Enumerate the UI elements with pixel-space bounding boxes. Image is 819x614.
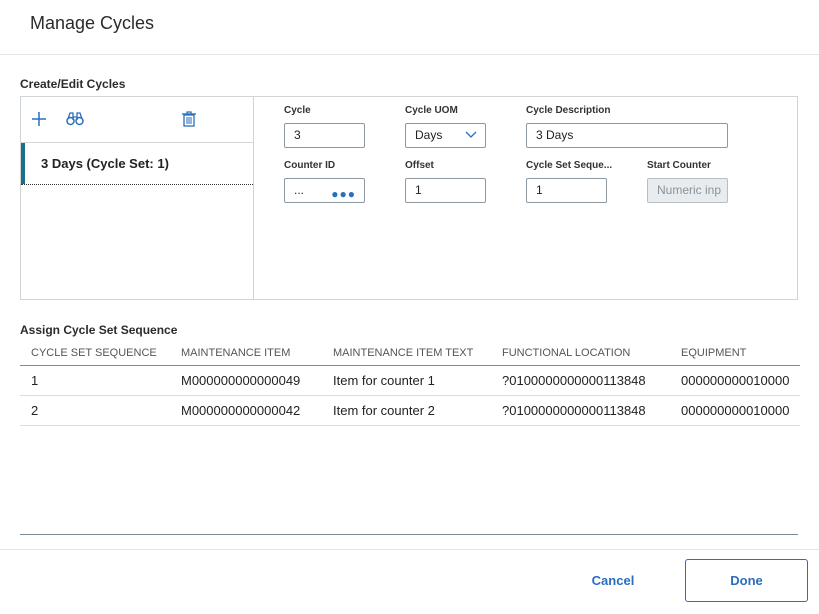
column-header[interactable]: MAINTENANCE ITEM TEXT xyxy=(322,340,491,366)
chevron-down-icon xyxy=(465,131,477,138)
binoculars-icon[interactable] xyxy=(65,109,85,129)
cycle-label: Cycle xyxy=(284,105,311,116)
cycle-toolbar xyxy=(21,97,253,143)
column-header[interactable]: MAINTENANCE ITEM xyxy=(170,340,322,366)
counter-id-value: ... xyxy=(294,183,305,197)
start-counter-input: Numeric inp xyxy=(647,178,728,203)
more-dots-icon[interactable]: ●●● xyxy=(331,183,356,202)
offset-input[interactable]: 1 xyxy=(405,178,486,203)
assign-section-title: Assign Cycle Set Sequence xyxy=(20,323,178,337)
table-cell: 000000000010000 xyxy=(670,365,800,396)
title-divider xyxy=(0,54,819,55)
table-cell: M000000000000049 xyxy=(170,365,322,396)
create-edit-section-title: Create/Edit Cycles xyxy=(20,77,126,91)
counter-id-label: Counter ID xyxy=(284,160,336,171)
cycle-set-sequence-input[interactable]: 1 xyxy=(526,178,607,203)
cycle-description-label: Cycle Description xyxy=(526,105,611,116)
cycle-uom-select[interactable]: Days xyxy=(405,123,486,148)
table-header-row: CYCLE SET SEQUENCE MAINTENANCE ITEM MAIN… xyxy=(20,340,800,366)
done-button[interactable]: Done xyxy=(685,559,808,602)
cycle-uom-label: Cycle UOM xyxy=(405,105,458,116)
cycle-uom-value: Days xyxy=(415,128,443,142)
table-cell: 2 xyxy=(20,395,170,426)
table-cell: ?0100000000000113848 xyxy=(491,395,670,426)
column-header[interactable]: CYCLE SET SEQUENCE xyxy=(20,340,170,366)
table-cell: ?0100000000000113848 xyxy=(491,365,670,396)
offset-label: Offset xyxy=(405,160,434,171)
cycle-set-sequence-label: Cycle Set Seque... xyxy=(526,160,613,171)
cycle-list-pane: 3 Days (Cycle Set: 1) xyxy=(21,97,254,299)
plus-icon[interactable] xyxy=(29,109,49,129)
footer-divider xyxy=(0,549,819,550)
table-cell: 000000000010000 xyxy=(670,395,800,426)
column-header[interactable]: EQUIPMENT xyxy=(670,340,800,366)
table-cell: 1 xyxy=(20,365,170,396)
cycle-set-sequence-table: CYCLE SET SEQUENCE MAINTENANCE ITEM MAIN… xyxy=(20,340,800,426)
counter-id-lookup[interactable]: ... ●●● xyxy=(284,178,365,203)
cycle-description-input[interactable]: 3 Days xyxy=(526,123,728,148)
cancel-button[interactable]: Cancel xyxy=(578,566,648,596)
table-cell: M000000000000042 xyxy=(170,395,322,426)
dialog-title: Manage Cycles xyxy=(30,13,155,33)
grid-bottom-border xyxy=(20,534,798,535)
trash-icon[interactable] xyxy=(179,109,199,129)
column-header[interactable]: FUNCTIONAL LOCATION xyxy=(491,340,670,366)
selected-indicator xyxy=(21,143,25,184)
table-row[interactable]: 1 M000000000000049 Item for counter 1 ?0… xyxy=(20,365,800,396)
start-counter-label: Start Counter xyxy=(647,160,711,171)
cycle-list-item-label: 3 Days (Cycle Set: 1) xyxy=(41,156,169,171)
cycle-input[interactable]: 3 xyxy=(284,123,365,148)
table-cell: Item for counter 2 xyxy=(322,395,491,426)
cycle-list-item[interactable]: 3 Days (Cycle Set: 1) xyxy=(21,143,253,185)
table-row[interactable]: 2 M000000000000042 Item for counter 2 ?0… xyxy=(20,395,800,426)
table-cell: Item for counter 1 xyxy=(322,365,491,396)
create-edit-panel: 3 Days (Cycle Set: 1) Cycle 3 Cycle UOM … xyxy=(20,96,798,300)
